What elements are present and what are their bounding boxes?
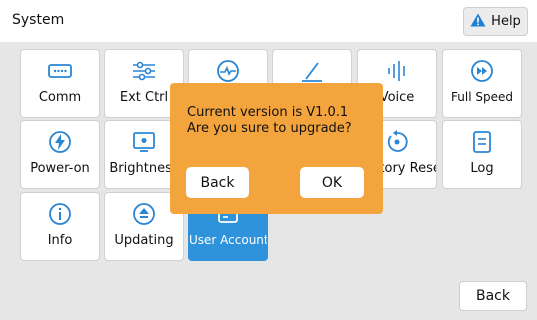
tile-label: Ext Ctrl bbox=[119, 90, 169, 105]
reset-icon bbox=[384, 130, 410, 154]
dialog-message-line-1: Current version is V1.0.1 bbox=[187, 105, 349, 120]
help-label: Help bbox=[491, 14, 521, 29]
info-icon bbox=[47, 202, 73, 226]
pulse-circle-icon bbox=[215, 59, 241, 83]
keyboard-icon bbox=[47, 59, 73, 83]
power-bolt-icon bbox=[47, 130, 73, 154]
sound-wave-icon bbox=[384, 59, 410, 83]
tile-info[interactable]: Info bbox=[20, 192, 100, 261]
tile-label: Info bbox=[47, 233, 73, 248]
tile-label: Updating bbox=[114, 233, 174, 248]
help-button[interactable]: Help bbox=[463, 7, 528, 36]
dialog-message: Current version is V1.0.1 Are you sure t… bbox=[187, 105, 352, 137]
tile-full-speed[interactable]: Full Speed bbox=[442, 49, 522, 118]
tile-label: Brightness bbox=[109, 161, 179, 176]
fast-forward-circle-icon bbox=[469, 59, 495, 83]
tile-power-on[interactable]: Power-on bbox=[20, 120, 100, 189]
upload-circle-icon bbox=[131, 202, 157, 226]
document-icon bbox=[469, 130, 495, 154]
page-title: System bbox=[12, 12, 65, 28]
dialog-message-line-2: Are you sure to upgrade? bbox=[187, 121, 352, 136]
brightness-icon bbox=[131, 130, 157, 154]
tile-label: User Account bbox=[189, 233, 267, 247]
dialog-ok-button[interactable]: OK bbox=[300, 167, 364, 198]
tile-label: Voice bbox=[379, 90, 415, 105]
back-button[interactable]: Back bbox=[459, 281, 527, 311]
upgrade-dialog: Current version is V1.0.1 Are you sure t… bbox=[170, 83, 383, 214]
dialog-back-button[interactable]: Back bbox=[186, 167, 249, 198]
tile-log[interactable]: Log bbox=[442, 120, 522, 189]
sliders-icon bbox=[131, 59, 157, 83]
tile-label: Full Speed bbox=[451, 90, 513, 104]
warning-triangle-icon bbox=[470, 13, 486, 31]
tile-comm[interactable]: Comm bbox=[20, 49, 100, 118]
top-bar: System Help bbox=[0, 0, 537, 42]
tile-label: Log bbox=[470, 161, 494, 176]
tile-label: Power-on bbox=[30, 161, 90, 176]
pen-icon bbox=[299, 59, 325, 83]
tile-label: Comm bbox=[38, 90, 82, 105]
